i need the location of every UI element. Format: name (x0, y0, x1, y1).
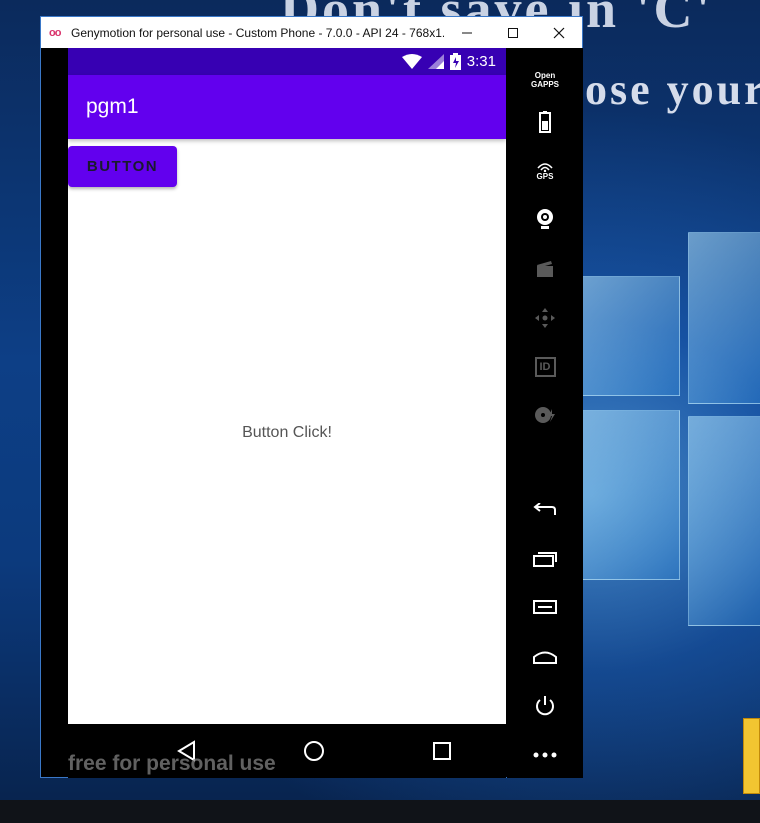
main-button[interactable]: BUTTON (68, 146, 177, 187)
menu-icon (533, 600, 557, 614)
power-icon (536, 696, 554, 716)
more-dots-icon (533, 752, 557, 758)
back-tool-button[interactable] (525, 493, 565, 527)
recents-square-icon (433, 742, 451, 760)
gps-label: GPS (536, 171, 554, 181)
dpad-icon (535, 308, 555, 328)
recent-apps-icon (533, 552, 557, 567)
device-id-tool-button[interactable]: ID (525, 350, 565, 384)
opengapps-label: Open GAPPS (530, 71, 559, 89)
recent-apps-tool-button[interactable] (525, 542, 565, 576)
home-tool-button[interactable] (525, 640, 565, 674)
disk-io-tool-button[interactable] (525, 398, 565, 432)
license-watermark: free for personal use (68, 752, 276, 775)
recents-nav-button[interactable] (422, 734, 462, 768)
close-button[interactable] (536, 17, 582, 48)
home-nav-button[interactable] (294, 734, 334, 768)
battery-tool-icon (539, 111, 551, 133)
genymotion-window: oo Genymotion for personal use - Custom … (40, 16, 583, 778)
clapperboard-icon (537, 261, 553, 277)
window-title-bar[interactable]: oo Genymotion for personal use - Custom … (41, 17, 582, 48)
minimize-icon (462, 32, 472, 33)
genymotion-toolbar: Open GAPPS GPS ID (507, 48, 583, 778)
desktop-shortcut-icon[interactable] (743, 718, 760, 794)
id-icon: ID (534, 357, 556, 377)
dpad-tool-button[interactable] (525, 301, 565, 335)
camera-tool-button[interactable] (525, 202, 565, 236)
windows-logo-pane (582, 410, 680, 580)
menu-tool-button[interactable] (525, 590, 565, 624)
home-icon (533, 651, 557, 664)
status-time: 3:31 (466, 53, 496, 70)
windows-logo-pane (688, 416, 760, 626)
home-circle-icon (304, 741, 324, 761)
close-icon (553, 27, 565, 38)
more-options-button[interactable] (525, 738, 565, 772)
opengapps-button[interactable]: Open GAPPS (525, 63, 565, 97)
signal-icon (427, 54, 444, 69)
gps-icon (537, 162, 553, 172)
taskbar (0, 800, 760, 823)
battery-tool-button[interactable] (525, 105, 565, 139)
genymotion-logo-icon: oo (49, 26, 61, 39)
battery-icon (449, 53, 461, 70)
desktop-wallpaper-subheading: ose your (585, 65, 760, 114)
back-arrow-icon (533, 503, 556, 515)
app-bar: pgm1 (68, 75, 506, 139)
maximize-button[interactable] (490, 17, 536, 48)
window-title: Genymotion for personal use - Custom Pho… (71, 25, 444, 40)
wifi-icon (401, 54, 422, 69)
windows-logo-pane (688, 232, 760, 404)
app-title: pgm1 (86, 95, 139, 118)
android-screen[interactable]: 3:31 pgm1 BUTTON Button Click! (68, 48, 506, 724)
button-click-message: Button Click! (242, 424, 332, 441)
maximize-icon (508, 27, 518, 38)
gps-tool-button[interactable]: GPS (525, 154, 565, 188)
disk-icon (535, 407, 555, 423)
media-tool-button[interactable] (525, 252, 565, 286)
android-status-bar: 3:31 (68, 48, 506, 75)
windows-logo-pane (582, 276, 680, 396)
webcam-icon (537, 209, 553, 229)
power-tool-button[interactable] (525, 689, 565, 723)
minimize-button[interactable] (444, 17, 490, 48)
